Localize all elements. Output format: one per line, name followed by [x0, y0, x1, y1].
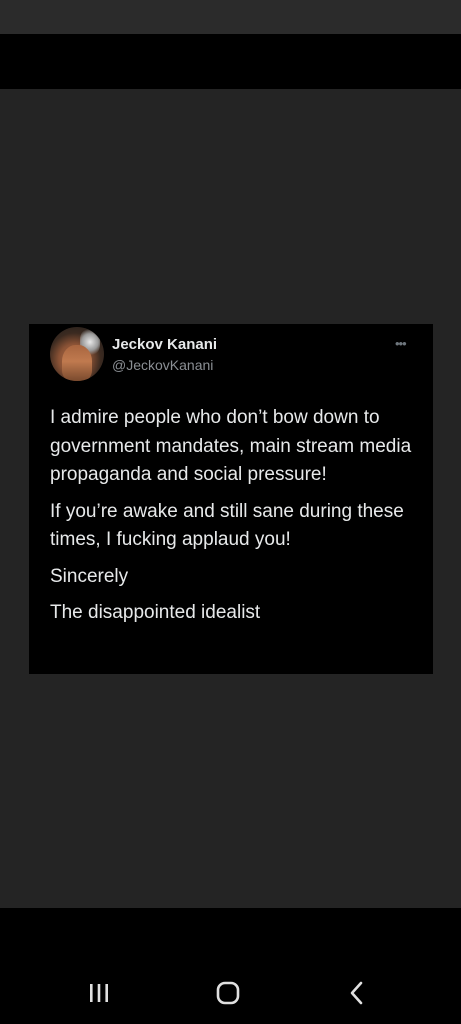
tweet-card: Jeckov Kanani @JeckovKanani ••• I admire…: [29, 324, 433, 674]
tweet-text: I admire people who don’t bow down to go…: [50, 404, 420, 636]
navigation-bar: [0, 908, 461, 1024]
more-dots-icon[interactable]: •••: [395, 336, 407, 351]
back-button[interactable]: [337, 978, 377, 1008]
display-name[interactable]: Jeckov Kanani: [112, 336, 217, 353]
tweet-paragraph: If you’re awake and still sane during th…: [50, 500, 404, 551]
recent-apps-icon: [90, 984, 108, 1002]
avatar-person: [62, 345, 92, 381]
back-icon: [350, 981, 363, 1005]
tweet-paragraph: I admire people who don’t bow down to go…: [50, 407, 412, 485]
user-handle[interactable]: @JeckovKanani: [112, 357, 213, 373]
status-bar: [0, 0, 461, 34]
tweet-paragraph: The disappointed idealist: [50, 602, 261, 623]
top-bar: [0, 34, 461, 89]
home-button[interactable]: [208, 978, 248, 1008]
home-icon: [216, 981, 240, 1005]
tweet-paragraph: Sincerely: [50, 565, 129, 587]
image-viewer: Jeckov Kanani @JeckovKanani ••• I admire…: [0, 89, 461, 908]
recent-apps-button[interactable]: [79, 978, 119, 1008]
avatar[interactable]: [50, 327, 104, 381]
